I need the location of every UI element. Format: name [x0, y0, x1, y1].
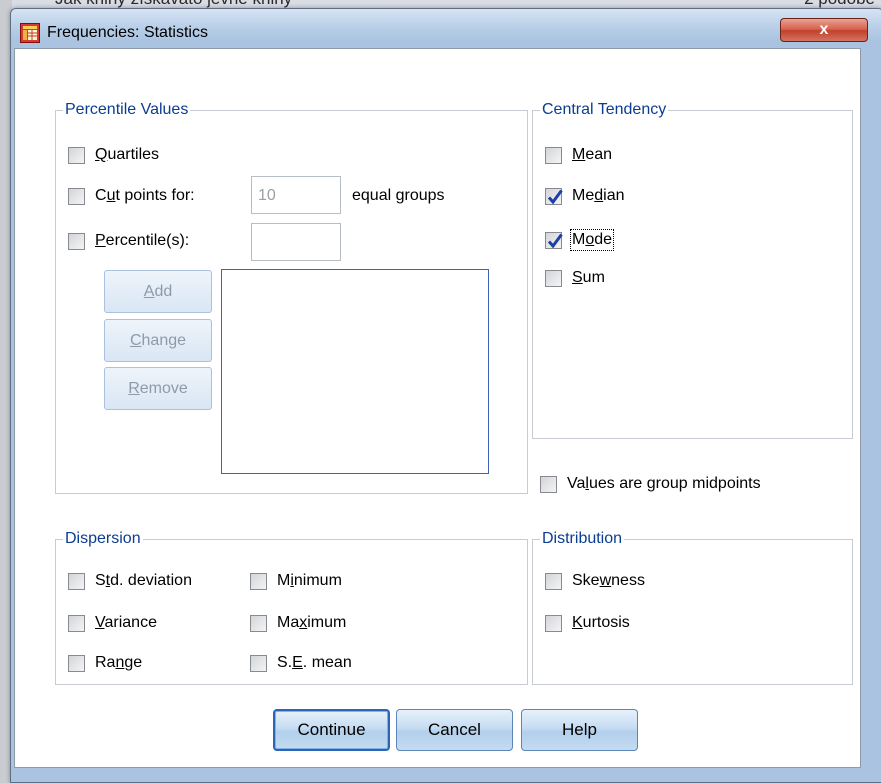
std-deviation-label: Std. deviation	[95, 572, 192, 589]
skewness-checkbox-box[interactable]	[545, 572, 562, 590]
se-mean-label: S.E. mean	[277, 654, 352, 671]
quartiles-label: Quartiles	[95, 146, 160, 163]
add-button[interactable]: Add	[104, 270, 212, 313]
median-checkbox[interactable]: Median	[545, 185, 625, 207]
maximum-label: Maximum	[277, 614, 347, 631]
range-checkbox[interactable]: Range	[68, 652, 142, 674]
kurtosis-checkbox-box[interactable]	[545, 614, 562, 632]
quartiles-checkbox[interactable]: Quartiles	[68, 144, 159, 166]
cancel-button[interactable]: Cancel	[396, 709, 513, 751]
remove-button[interactable]: Remove	[104, 367, 212, 410]
sum-label: Sum	[572, 269, 605, 286]
se-mean-checkbox-box[interactable]	[250, 654, 267, 672]
distribution-legend: Distribution	[540, 530, 625, 548]
range-label: Range	[95, 654, 143, 671]
cut-points-checkbox[interactable]: Cut points for:	[68, 185, 195, 207]
percentiles-checkbox-box[interactable]	[68, 232, 85, 250]
variance-checkbox-box[interactable]	[68, 614, 85, 632]
mode-checkbox[interactable]: Mode	[545, 229, 615, 251]
std-deviation-checkbox-box[interactable]	[68, 572, 85, 590]
mean-label: Mean	[572, 146, 613, 163]
background-text-left: Jak knihy získávato jevné knihy	[55, 0, 292, 8]
continue-button[interactable]: Continue	[273, 709, 390, 751]
mode-label: Mode	[569, 229, 615, 251]
close-button[interactable]: x	[780, 18, 868, 42]
checkmark-icon	[547, 189, 563, 204]
percentiles-input[interactable]	[251, 223, 341, 261]
skewness-label: Skewness	[572, 572, 645, 589]
cut-points-checkbox-box[interactable]	[68, 187, 85, 205]
group-midpoints-checkbox-box[interactable]	[540, 475, 557, 493]
percentile-values-legend: Percentile Values	[63, 101, 191, 119]
mode-checkbox-box[interactable]	[545, 231, 563, 249]
equal-groups-label: equal groups	[352, 187, 445, 204]
median-label: Median	[572, 187, 625, 204]
group-midpoints-label: Values are group midpoints	[567, 475, 761, 492]
percentiles-label: Percentile(s):	[95, 232, 190, 249]
kurtosis-checkbox[interactable]: Kurtosis	[545, 612, 630, 634]
cut-points-input[interactable]: 10	[251, 176, 341, 214]
help-button[interactable]: Help	[521, 709, 638, 751]
group-midpoints-checkbox[interactable]: Values are group midpoints	[540, 473, 761, 495]
dialog-client-area: Percentile Values Quartiles Cut points f…	[14, 48, 861, 768]
skewness-checkbox[interactable]: Skewness	[545, 570, 645, 592]
mean-checkbox[interactable]: Mean	[545, 144, 612, 166]
minimum-checkbox-box[interactable]	[250, 572, 267, 590]
sum-checkbox-box[interactable]	[545, 269, 562, 287]
dispersion-legend: Dispersion	[63, 530, 143, 548]
change-button[interactable]: Change	[104, 319, 212, 362]
minimum-checkbox[interactable]: Minimum	[250, 570, 342, 592]
close-icon: x	[819, 21, 829, 38]
percentiles-checkbox[interactable]: Percentile(s):	[68, 230, 189, 252]
checkmark-icon	[547, 233, 563, 248]
quartiles-checkbox-box[interactable]	[68, 146, 85, 164]
variance-checkbox[interactable]: Variance	[68, 612, 157, 634]
maximum-checkbox[interactable]: Maximum	[250, 612, 346, 634]
se-mean-checkbox[interactable]: S.E. mean	[250, 652, 352, 674]
median-checkbox-box[interactable]	[545, 187, 563, 205]
kurtosis-label: Kurtosis	[572, 614, 630, 631]
cut-points-label: Cut points for:	[95, 187, 195, 204]
mean-checkbox-box[interactable]	[545, 146, 562, 164]
spss-table-icon	[20, 23, 40, 43]
percentiles-listbox[interactable]	[221, 269, 489, 474]
window-title: Frequencies: Statistics	[47, 24, 208, 41]
sum-checkbox[interactable]: Sum	[545, 267, 605, 289]
variance-label: Variance	[95, 614, 157, 631]
central-tendency-legend: Central Tendency	[540, 101, 669, 119]
std-deviation-checkbox[interactable]: Std. deviation	[68, 570, 192, 592]
range-checkbox-box[interactable]	[68, 654, 85, 672]
minimum-label: Minimum	[277, 572, 342, 589]
maximum-checkbox-box[interactable]	[250, 614, 267, 632]
